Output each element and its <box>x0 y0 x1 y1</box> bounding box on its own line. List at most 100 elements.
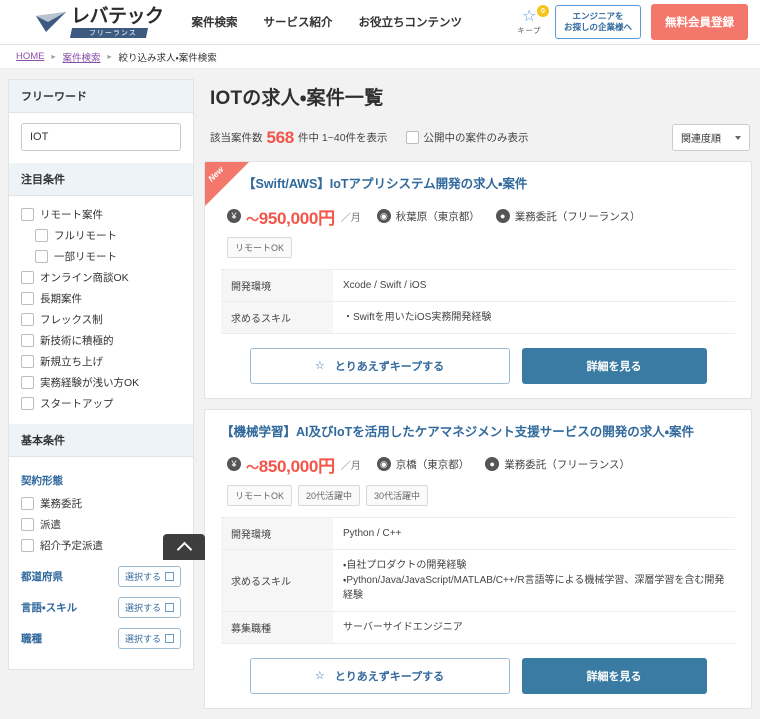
checkbox-icon[interactable] <box>21 539 34 552</box>
spec-value: ・Swiftを用いたiOS実務開発経験 <box>333 301 735 333</box>
checkbox-icon[interactable] <box>21 397 34 410</box>
new-ribbon <box>205 162 249 206</box>
public-only-checkbox[interactable]: 公開中の案件のみ表示 <box>406 130 529 145</box>
star-outline-icon: ☆ <box>315 669 325 682</box>
checkbox-icon[interactable] <box>21 208 34 221</box>
salary-value: ～850,000円 <box>246 452 335 477</box>
site-logo[interactable]: レバテック フリーランス <box>34 7 164 38</box>
page-title: IOTの求人・案件一覧 <box>210 83 752 110</box>
checkbox-label: 公開中の案件のみ表示 <box>424 130 529 145</box>
location-meta: ◉ 秋葉原（東京都） <box>377 209 480 224</box>
scroll-to-top-button[interactable] <box>163 534 205 560</box>
detail-button[interactable]: 詳細を見る <box>522 348 707 384</box>
checkbox-icon[interactable] <box>21 271 34 284</box>
breadcrumb-second[interactable]: 案件検索 <box>63 50 101 64</box>
checkbox-label: 実務経験が浅い方OK <box>40 375 139 390</box>
nav-item-0[interactable]: 案件検索 <box>192 14 238 30</box>
checkbox-shokai-yotei-haken[interactable]: 紹介予定派遣 <box>21 535 181 556</box>
nav-item-2[interactable]: お役立ちコンテンツ <box>359 14 463 30</box>
keep-count-badge: 0 <box>537 5 549 17</box>
checkbox-label: 長期案件 <box>40 291 82 306</box>
yen-coin-icon: ¥ <box>227 209 241 223</box>
checkbox-icon[interactable] <box>21 497 34 510</box>
salary-unit: ／月 <box>341 457 361 472</box>
checkbox-icon[interactable] <box>21 355 34 368</box>
checkbox-label: 派遣 <box>40 517 61 532</box>
checkbox-gyomu-itaku[interactable]: 業務委託 <box>21 493 181 514</box>
spec-label: 開発環境 <box>221 517 333 549</box>
checkbox-new-tech[interactable]: 新技術に積極的 <box>21 330 181 351</box>
location-meta: ◉ 京橋（東京都） <box>377 457 470 472</box>
checkbox-icon[interactable] <box>21 292 34 305</box>
page-body: フリーワード 注目条件 リモート案件 フルリモート 一部リモート オンライン商談… <box>0 69 760 719</box>
checkbox-icon[interactable] <box>21 334 34 347</box>
sort-value: 関連度順 <box>681 130 721 145</box>
keep-button[interactable]: ☆ とりあえずキープする <box>250 348 510 384</box>
skill-select-button[interactable]: 選択する <box>118 597 181 618</box>
spec-value: Xcode / Swift / iOS <box>333 269 735 301</box>
checkbox-label: オンライン商談OK <box>40 270 129 285</box>
keep-counter[interactable]: ☆ キープ 0 <box>517 9 545 36</box>
result-suffix: 件中 1~40件を表示 <box>298 130 388 145</box>
spec-label: 開発環境 <box>221 269 333 301</box>
free-register-button[interactable]: 無料会員登録 <box>651 4 748 40</box>
table-row: 求めるスキル ・Swiftを用いたiOS実務開発経験 <box>221 301 735 333</box>
freeword-body <box>9 113 193 163</box>
contract-type-label: 契約形態 <box>21 473 181 488</box>
breadcrumb: HOME ▸ 案件検索 ▸ 絞り込み求人・案件検索 <box>0 45 760 69</box>
checkbox-partial-remote[interactable]: 一部リモート <box>21 246 181 267</box>
checkbox-icon[interactable] <box>21 518 34 531</box>
freeword-input[interactable] <box>21 123 181 151</box>
checkbox-haken[interactable]: 派遣 <box>21 514 181 535</box>
button-label: 選択する <box>125 601 161 614</box>
logo-sub-text: フリーランス <box>70 28 148 38</box>
expand-icon <box>165 603 174 612</box>
freeword-heading: フリーワード <box>9 80 193 113</box>
job-card[interactable]: New 【Swift/AWS】IoTアプリシステム開発の求人・案件 ¥ ～950… <box>204 161 752 399</box>
job-tag: 30代活躍中 <box>366 485 428 506</box>
result-bar: 該当案件数 568 件中 1~40件を表示 公開中の案件のみ表示 関連度順 <box>210 124 750 151</box>
checkbox-new-launch[interactable]: 新規立ち上げ <box>21 351 181 372</box>
job-type-select-button[interactable]: 選択する <box>118 628 181 649</box>
checkbox-icon[interactable] <box>406 131 419 144</box>
job-title[interactable]: 【Swift/AWS】IoTアプリシステム開発の求人・案件 <box>243 176 735 193</box>
spec-value: サーバーサイドエンジニア <box>333 611 735 643</box>
checkbox-icon[interactable] <box>35 229 48 242</box>
job-tag: 20代活躍中 <box>298 485 360 506</box>
checkbox-low-experience-ok[interactable]: 実務経験が浅い方OK <box>21 372 181 393</box>
checkbox-startup[interactable]: スタートアップ <box>21 393 181 414</box>
contract-meta: ● 業務委託（フリーランス） <box>485 457 630 472</box>
detail-button[interactable]: 詳細を見る <box>522 658 707 694</box>
sort-dropdown[interactable]: 関連度順 <box>672 124 750 151</box>
nav-item-1[interactable]: サービス紹介 <box>264 14 333 30</box>
checkbox-icon[interactable] <box>21 376 34 389</box>
prefecture-select-button[interactable]: 選択する <box>118 566 181 587</box>
keep-button[interactable]: ☆ とりあえずキープする <box>250 658 510 694</box>
job-meta: ¥ ～850,000円 ／月 ◉ 京橋（東京都） ● 業務委託（フリーランス） <box>227 452 735 477</box>
prefecture-row: 都道府県 選択する <box>21 566 181 587</box>
spec-value: ・自社プロダクトの開発経験 ・Python/Java/JavaScript/MA… <box>333 549 735 611</box>
site-header: レバテック フリーランス 案件検索 サービス紹介 お役立ちコンテンツ ☆ キープ… <box>0 0 760 45</box>
spec-value: Python / C++ <box>333 517 735 549</box>
checkbox-icon[interactable] <box>35 250 48 263</box>
for-companies-button[interactable]: エンジニアを お探しの企業様へ <box>555 5 641 40</box>
checkbox-icon[interactable] <box>21 313 34 326</box>
checkbox-flex[interactable]: フレックス制 <box>21 309 181 330</box>
checkbox-label: 新規立ち上げ <box>40 354 103 369</box>
breadcrumb-home[interactable]: HOME <box>16 51 45 62</box>
checkbox-remote[interactable]: リモート案件 <box>21 204 181 225</box>
checkbox-full-remote[interactable]: フルリモート <box>21 225 181 246</box>
job-card[interactable]: 【機械学習】AI及びIoTを活用したケアマネジメント支援サービスの開発の求人・案… <box>204 409 752 709</box>
checkbox-label: フルリモート <box>54 228 117 243</box>
job-title[interactable]: 【機械学習】AI及びIoTを活用したケアマネジメント支援サービスの開発の求人・案… <box>221 424 735 441</box>
job-meta: ¥ ～950,000円 ／月 ◉ 秋葉原（東京都） ● 業務委託（フリーランス） <box>227 204 735 229</box>
job-tag: リモートOK <box>227 237 292 258</box>
button-label: 選択する <box>125 632 161 645</box>
checkbox-online-meeting[interactable]: オンライン商談OK <box>21 267 181 288</box>
checkbox-label: 一部リモート <box>54 249 117 264</box>
checkbox-label: リモート案件 <box>40 207 103 222</box>
yen-coin-icon: ¥ <box>227 457 241 471</box>
table-row: 開発環境 Xcode / Swift / iOS <box>221 269 735 301</box>
checkbox-long-term[interactable]: 長期案件 <box>21 288 181 309</box>
star-outline-icon: ☆ <box>315 359 325 372</box>
